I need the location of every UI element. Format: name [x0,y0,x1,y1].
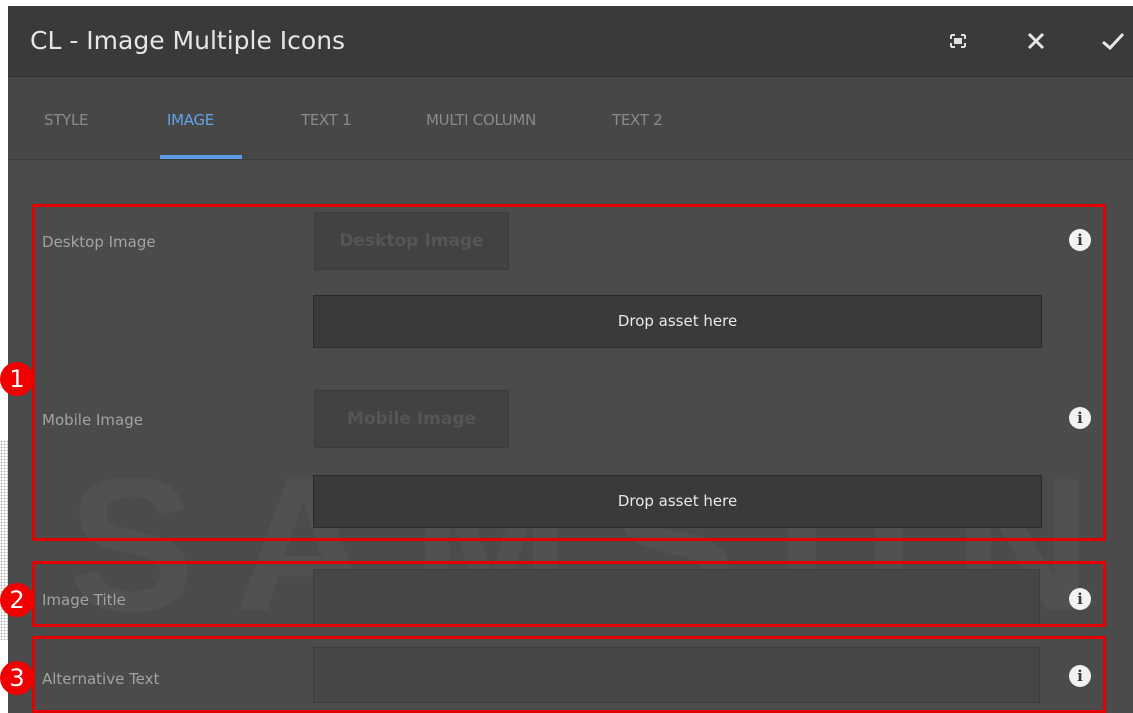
annotation-marker-1: 1 [0,362,34,396]
annotation-box-1 [32,204,1106,541]
annotation-box-3 [32,636,1106,713]
close-icon[interactable] [1021,26,1051,56]
annotation-marker-2: 2 [0,583,34,617]
tab-image[interactable]: IMAGE [167,111,214,129]
tab-style[interactable]: STYLE [44,111,88,129]
dialog-titlebar: CL - Image Multiple Icons [8,6,1133,77]
tab-bar: STYLE IMAGE TEXT 1 MULTI COLUMN TEXT 2 [8,77,1133,160]
tab-text-1[interactable]: TEXT 1 [301,111,352,129]
checkmark-icon[interactable] [1098,26,1128,56]
annotation-marker-3: 3 [0,661,34,695]
annotation-box-2 [32,561,1106,627]
dialog-title: CL - Image Multiple Icons [30,26,346,55]
tab-multi-column[interactable]: MULTI COLUMN [426,111,536,129]
active-tab-indicator [160,155,242,159]
tab-text-2[interactable]: TEXT 2 [612,111,663,129]
fullscreen-icon[interactable] [943,26,973,56]
